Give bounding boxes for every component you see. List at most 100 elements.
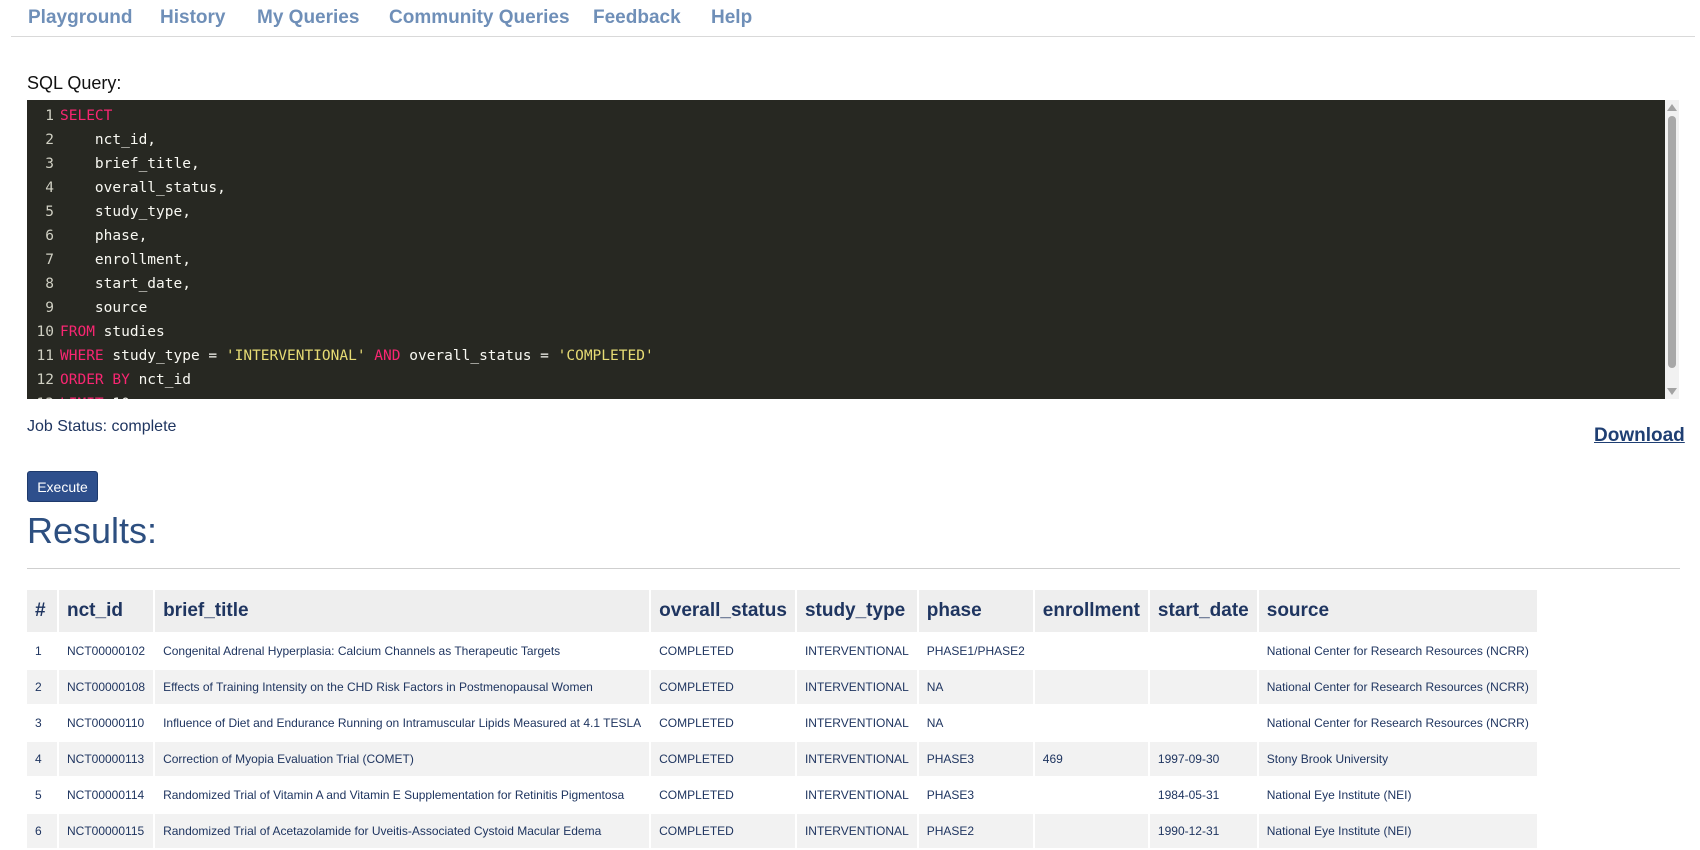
cell-study-type: INTERVENTIONAL [796, 742, 917, 776]
code-line[interactable]: 1 SELECT [27, 104, 112, 128]
col-header-overall-status: overall_status [651, 590, 795, 632]
nav-history[interactable]: History [160, 7, 225, 29]
sql-token: studies [94, 324, 165, 340]
sql-keyword: LIMIT [60, 396, 104, 399]
sql-string: 'COMPLETED' [557, 348, 654, 364]
col-header-phase: phase [918, 590, 1033, 632]
line-number: 13 [27, 392, 54, 399]
table-row: 4 NCT00000113 Correction of Myopia Evaluat… [27, 742, 1537, 776]
nav-playground[interactable]: Playground [28, 7, 133, 29]
cell-phase: NA [918, 706, 1033, 740]
col-header-source: source [1258, 590, 1537, 632]
scroll-down-arrow-icon[interactable] [1667, 388, 1677, 395]
scrollbar-thumb[interactable] [1668, 116, 1676, 368]
line-number: 11 [36, 348, 54, 364]
table-row: 2 NCT00000108 Effects of Training Intensit… [27, 670, 1537, 704]
code-line[interactable]: 7 enrollment, [27, 248, 191, 272]
cell-enrollment [1034, 706, 1148, 740]
cell-index: 3 [27, 706, 57, 740]
code-line[interactable]: 9 source [27, 296, 147, 320]
col-header-start-date: start_date [1149, 590, 1257, 632]
cell-overall-status: COMPLETED [651, 778, 795, 812]
cell-start-date [1149, 634, 1257, 668]
sql-keyword: FROM [60, 324, 95, 340]
line-number: 10 [36, 324, 54, 340]
sql-keyword: AND [374, 348, 401, 364]
nav-help[interactable]: Help [711, 7, 752, 29]
sql-query-label: SQL Query: [27, 73, 122, 93]
cell-overall-status: COMPLETED [651, 742, 795, 776]
cell-index: 1 [27, 634, 57, 668]
cell-index: 2 [27, 670, 57, 704]
code-line[interactable]: 4 overall_status, [27, 176, 226, 200]
table-row: 1 NCT00000102 Congenital Adrenal Hyperplas… [27, 634, 1537, 668]
sql-token: overall_status = [400, 348, 558, 364]
scroll-up-arrow-icon[interactable] [1667, 104, 1677, 111]
cell-nct-id: NCT00000114 [59, 778, 154, 812]
line-number: 1 [45, 108, 54, 124]
results-title: Results: [27, 510, 158, 551]
cell-overall-status: COMPLETED [651, 634, 795, 668]
code-line[interactable]: 3 brief_title, [27, 152, 200, 176]
cell-study-type: INTERVENTIONAL [796, 778, 917, 812]
code-line[interactable]: 13 LIMIT 10 [27, 392, 130, 399]
line-number: 3 [45, 156, 54, 172]
cell-start-date: 1997-09-30 [1149, 742, 1257, 776]
nav-my-queries[interactable]: My Queries [257, 7, 359, 29]
cell-enrollment [1034, 814, 1148, 848]
code-line[interactable]: 11 WHERE study_type = 'INTERVENTIONAL' AN… [27, 344, 654, 368]
cell-source: National Eye Institute (NEI) [1258, 778, 1537, 812]
sql-keyword: ORDER BY [60, 372, 130, 388]
editor-scrollbar[interactable] [1665, 100, 1679, 399]
cell-source: Stony Brook University [1258, 742, 1537, 776]
line-number: 4 [45, 180, 54, 196]
code-line[interactable]: 10 FROM studies [27, 320, 165, 344]
sql-token: phase, [60, 228, 148, 244]
header-row: # nct_id brief_title overall_status stud… [27, 590, 1537, 632]
cell-study-type: INTERVENTIONAL [796, 814, 917, 848]
nav-community-queries[interactable]: Community Queries [389, 7, 570, 29]
cell-brief-title: Randomized Trial of Acetazolamide for Uv… [155, 814, 650, 848]
code-line[interactable]: 8 start_date, [27, 272, 191, 296]
cell-index: 5 [27, 778, 57, 812]
cell-index: 4 [27, 742, 57, 776]
cell-nct-id: NCT00000108 [59, 670, 154, 704]
sql-token: study_type, [60, 204, 191, 220]
cell-overall-status: COMPLETED [651, 814, 795, 848]
execute-button[interactable]: Execute [27, 471, 98, 502]
sql-editor[interactable]: 1 SELECT 2 nct_id, 3 brief_title, 4 overall_… [27, 100, 1665, 399]
cell-phase: PHASE1/PHASE2 [918, 634, 1033, 668]
code-line[interactable]: 6 phase, [27, 224, 147, 248]
sql-token: brief_title, [60, 156, 200, 172]
sql-token: study_type = [103, 348, 226, 364]
code-line[interactable]: 12 ORDER BY nct_id [27, 368, 191, 392]
download-link[interactable]: Download [1594, 425, 1685, 447]
col-header-enrollment: enrollment [1034, 590, 1148, 632]
table-row: 5 NCT00000114 Randomized Trial of Vitamin … [27, 778, 1537, 812]
line-number: 6 [45, 228, 54, 244]
sql-token: enrollment, [60, 252, 191, 268]
cell-enrollment [1034, 670, 1148, 704]
cell-study-type: INTERVENTIONAL [796, 670, 917, 704]
col-header-brief-title: brief_title [155, 590, 650, 632]
cell-source: National Center for Research Resources (… [1258, 706, 1537, 740]
cell-source: National Center for Research Resources (… [1258, 634, 1537, 668]
cell-overall-status: COMPLETED [651, 706, 795, 740]
cell-index: 6 [27, 814, 57, 848]
cell-overall-status: COMPLETED [651, 670, 795, 704]
cell-start-date [1149, 670, 1257, 704]
line-number: 9 [45, 300, 54, 316]
cell-phase: PHASE3 [918, 778, 1033, 812]
code-line[interactable]: 5 study_type, [27, 200, 191, 224]
line-number: 2 [45, 132, 54, 148]
col-header-study-type: study_type [796, 590, 917, 632]
cell-start-date: 1984-05-31 [1149, 778, 1257, 812]
sql-token: start_date, [60, 276, 191, 292]
cell-nct-id: NCT00000113 [59, 742, 154, 776]
nav-feedback[interactable]: Feedback [593, 7, 681, 29]
sql-token: nct_id [129, 372, 191, 388]
cell-source: National Center for Research Resources (… [1258, 670, 1537, 704]
cell-nct-id: NCT00000110 [59, 706, 154, 740]
code-line[interactable]: 2 nct_id, [27, 128, 156, 152]
